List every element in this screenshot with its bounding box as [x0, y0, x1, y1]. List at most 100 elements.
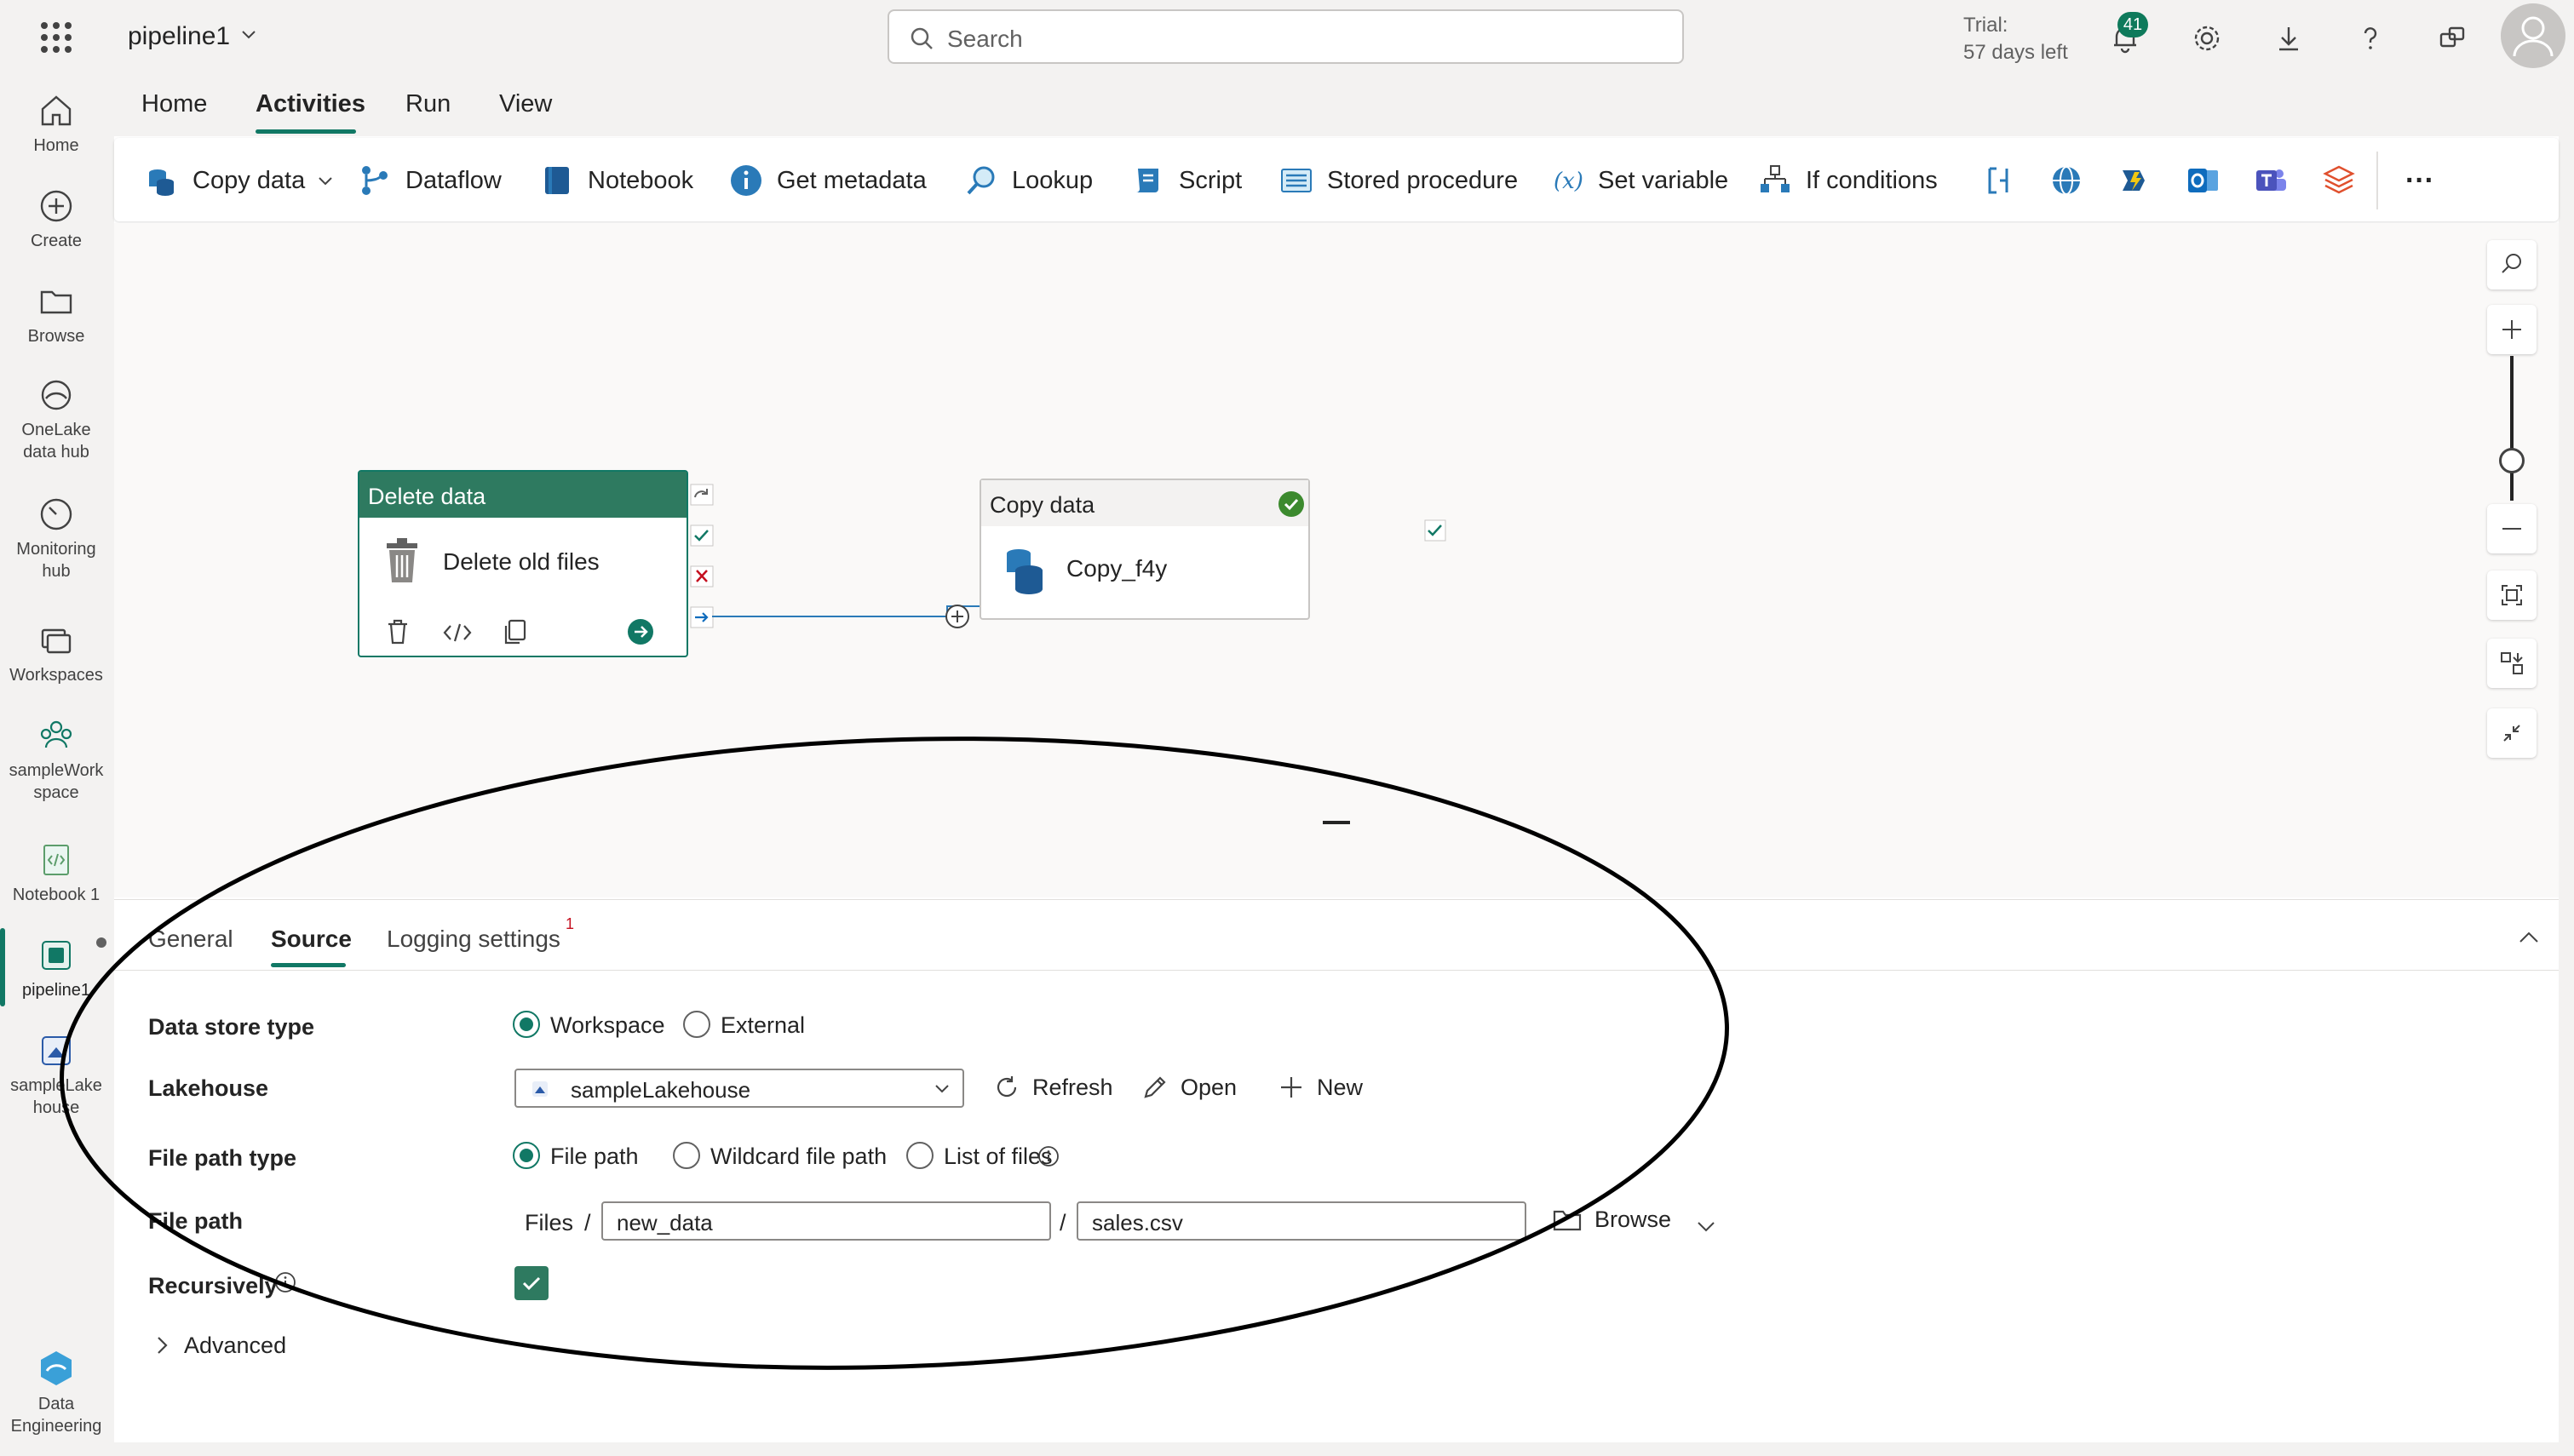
pipeline-icon: [42, 941, 71, 970]
success-handle-icon[interactable]: [690, 525, 714, 547]
delete-activity-icon[interactable]: [385, 618, 411, 645]
set-variable-button[interactable]: (x) Set variable: [1550, 160, 1728, 201]
fit-to-screen-button[interactable]: [2487, 570, 2537, 620]
tab-source[interactable]: Source: [271, 926, 352, 953]
rail-item-monitoring[interactable]: Monitoring hub: [0, 496, 112, 582]
chevron-up-icon[interactable]: [2518, 929, 2540, 946]
gear-icon[interactable]: [2189, 20, 2225, 56]
collapse-canvas-button[interactable]: [2487, 708, 2537, 758]
chevron-right-icon[interactable]: [153, 1334, 170, 1356]
delete-data-activity[interactable]: Delete data Delete old files: [358, 470, 688, 657]
get-metadata-button[interactable]: Get metadata: [729, 160, 927, 201]
file-path-radio[interactable]: [513, 1142, 540, 1169]
zoom-slider-track[interactable]: [2510, 356, 2514, 501]
notebook-icon: [545, 167, 569, 194]
advanced-section-toggle[interactable]: Advanced: [184, 1333, 286, 1359]
wildcard-file-path-radio[interactable]: [673, 1142, 700, 1169]
panel-resize-handle[interactable]: [1323, 821, 1350, 824]
info-icon[interactable]: [274, 1271, 296, 1293]
lookup-icon: [967, 166, 995, 195]
notebook-button[interactable]: Notebook: [540, 160, 693, 201]
tab-logging-settings[interactable]: Logging settings: [387, 926, 560, 953]
open-button[interactable]: Open: [1141, 1074, 1237, 1101]
lookup-button[interactable]: Lookup: [964, 160, 1093, 201]
left-navigation-rail: Home Create Browse OneLake data hub Moni…: [0, 77, 112, 1456]
go-arrow-icon[interactable]: [627, 618, 654, 645]
skip-handle-icon[interactable]: [690, 484, 714, 506]
svg-text:(x): (x): [1554, 169, 1583, 194]
info-icon[interactable]: [1037, 1145, 1060, 1167]
rail-item-home[interactable]: Home: [0, 92, 112, 157]
workspace-option-label[interactable]: Workspace: [550, 1012, 665, 1039]
error-count-badge: 1: [566, 915, 575, 932]
chevron-down-icon[interactable]: [317, 172, 334, 189]
pipeline-canvas[interactable]: Delete data Delete old files Copy data C…: [114, 223, 2559, 897]
search-input[interactable]: Search: [947, 26, 1023, 53]
zoom-out-button[interactable]: [2487, 504, 2537, 553]
variable-icon: (x): [1554, 169, 1583, 194]
databricks-icon[interactable]: [2322, 163, 2356, 198]
file-name-input[interactable]: sales.csv: [1077, 1201, 1526, 1241]
tab-view[interactable]: View: [499, 90, 552, 118]
download-icon[interactable]: [2271, 20, 2307, 56]
script-button[interactable]: Script: [1131, 160, 1242, 201]
new-button[interactable]: New: [1278, 1074, 1363, 1101]
browse-button[interactable]: Browse: [1552, 1207, 1671, 1233]
rail-item-data-engineering[interactable]: Data Engineering: [0, 1349, 112, 1437]
list-of-files-radio[interactable]: [906, 1142, 934, 1169]
rail-item-notebook[interactable]: Notebook 1: [0, 841, 112, 906]
rail-item-onelake[interactable]: OneLake data hub: [0, 376, 112, 463]
search-box[interactable]: Search: [888, 9, 1684, 64]
teams-icon[interactable]: [2254, 163, 2288, 198]
list-of-files-option-label[interactable]: List of files: [944, 1144, 1053, 1170]
code-icon[interactable]: [443, 622, 472, 644]
lakehouse-dropdown[interactable]: sampleLakehouse: [514, 1069, 964, 1108]
external-radio[interactable]: [683, 1011, 710, 1038]
auto-align-button[interactable]: [2487, 639, 2537, 688]
more-button[interactable]: ···: [2405, 160, 2434, 201]
folder-path-input[interactable]: new_data: [601, 1201, 1051, 1241]
refresh-button[interactable]: Refresh: [993, 1074, 1113, 1101]
rail-item-create[interactable]: Create: [0, 187, 112, 252]
notebook-icon: [43, 845, 69, 875]
chevron-down-icon[interactable]: [240, 26, 257, 43]
copy-data-button[interactable]: Copy data: [145, 160, 334, 201]
search-icon: [911, 27, 933, 49]
item-title[interactable]: pipeline1: [128, 22, 230, 51]
app-launcher-icon[interactable]: [41, 22, 72, 53]
find-button[interactable]: [2487, 240, 2537, 289]
file-path-option-label[interactable]: File path: [550, 1144, 639, 1170]
help-icon[interactable]: [2353, 20, 2388, 56]
external-option-label[interactable]: External: [721, 1012, 805, 1039]
workspace-radio[interactable]: [513, 1011, 540, 1038]
outlook-icon[interactable]: [2186, 163, 2220, 198]
zoom-slider-thumb[interactable]: [2499, 448, 2525, 473]
zoom-in-button[interactable]: [2487, 305, 2537, 354]
web-icon[interactable]: [2049, 163, 2083, 198]
azure-function-icon[interactable]: [2117, 163, 2152, 198]
trial-days-left: 57 days left: [1963, 41, 2068, 64]
tab-general[interactable]: General: [148, 926, 233, 953]
copy-data-activity[interactable]: Copy data Copy_f4y: [980, 479, 1310, 620]
person-icon: [2513, 16, 2554, 57]
feedback-icon[interactable]: [2434, 20, 2470, 56]
avatar[interactable]: [2501, 3, 2565, 68]
rail-item-browse[interactable]: Browse: [0, 283, 112, 347]
tab-activities[interactable]: Activities: [256, 90, 365, 118]
switch-icon[interactable]: [1981, 163, 2015, 198]
dataflow-label: Dataflow: [405, 166, 502, 194]
stored-procedure-button[interactable]: Stored procedure: [1279, 160, 1518, 201]
tab-run[interactable]: Run: [405, 90, 451, 118]
chevron-down-icon[interactable]: [1695, 1218, 1717, 1235]
rail-item-sampleworkspace[interactable]: sampleWork space: [0, 717, 112, 804]
rail-item-workspaces[interactable]: Workspaces: [0, 622, 112, 686]
dataflow-button[interactable]: Dataflow: [358, 160, 502, 201]
rail-item-samplelakehouse[interactable]: sampleLake house: [0, 1032, 112, 1119]
success-handle-icon[interactable]: [1424, 519, 1446, 542]
if-conditions-button[interactable]: If conditions: [1758, 160, 1938, 201]
recursively-checkbox[interactable]: [514, 1266, 549, 1300]
wildcard-file-path-option-label[interactable]: Wildcard file path: [710, 1144, 887, 1170]
copy-icon[interactable]: [503, 618, 528, 645]
tab-home[interactable]: Home: [141, 90, 207, 118]
failure-handle-icon[interactable]: [690, 565, 714, 588]
